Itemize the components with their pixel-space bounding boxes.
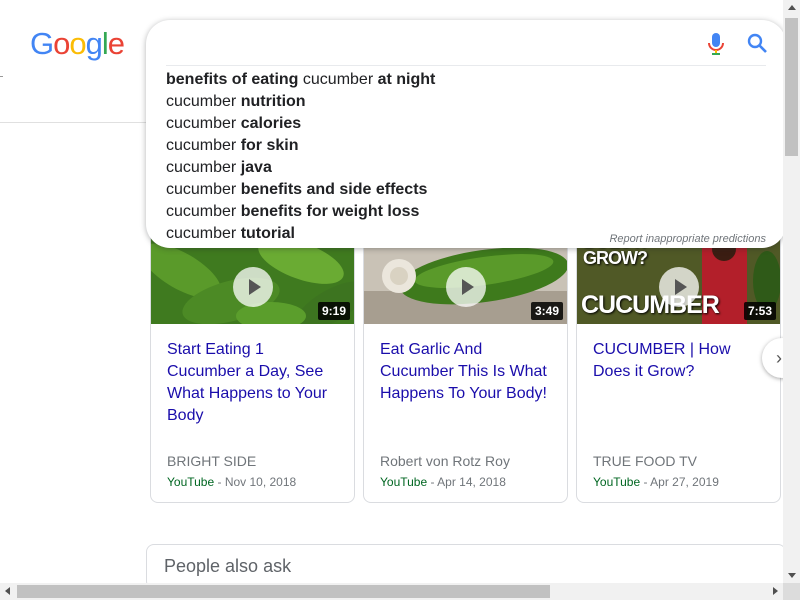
video-channel: BRIGHT SIDE bbox=[167, 453, 257, 469]
search-icon[interactable] bbox=[746, 32, 768, 54]
video-channel: TRUE FOOD TV bbox=[593, 453, 697, 469]
logo-letter: g bbox=[85, 26, 103, 61]
suggestion-item[interactable]: benefits of eating cucumber at night bbox=[146, 69, 786, 91]
suggestion-item[interactable]: cucumber benefits and side effects bbox=[146, 179, 786, 201]
video-source: YouTube bbox=[593, 475, 641, 489]
video-meta: YouTube - Nov 10, 2018 bbox=[167, 475, 296, 489]
suggestion-item[interactable]: cucumber java bbox=[146, 157, 786, 179]
video-title-link[interactable]: Eat Garlic And Cucumber This Is What Hap… bbox=[380, 339, 555, 405]
people-also-ask-heading: People also ask bbox=[164, 556, 292, 576]
header-divider bbox=[0, 122, 150, 123]
video-meta: YouTube - Apr 14, 2018 bbox=[380, 475, 506, 489]
vertical-scrollbar[interactable] bbox=[783, 0, 800, 583]
video-card[interactable]: 9:19 Start Eating 1 Cucumber a Day, See … bbox=[150, 230, 355, 503]
report-predictions-link[interactable]: Report inappropriate predictions bbox=[609, 233, 766, 245]
horizontal-scrollbar[interactable] bbox=[0, 583, 800, 600]
video-date: - Nov 10, 2018 bbox=[214, 475, 297, 489]
video-duration: 9:19 bbox=[317, 302, 350, 320]
scrollbar-thumb[interactable] bbox=[17, 585, 550, 598]
search-box: benefits of eating cucumber at night cuc… bbox=[146, 20, 786, 248]
video-card[interactable]: DOES IT GROW? CUCUMBER 7:53 CUCUMBER | H… bbox=[576, 230, 781, 503]
video-title-link[interactable]: CUCUMBER | How Does it Grow? bbox=[593, 339, 768, 383]
search-divider bbox=[166, 65, 766, 66]
suggestion-item[interactable]: cucumber nutrition bbox=[146, 91, 786, 113]
mic-icon[interactable] bbox=[706, 32, 726, 56]
video-date: - Apr 14, 2018 bbox=[427, 475, 506, 489]
scrollbar-thumb[interactable] bbox=[785, 18, 798, 156]
suggestion-item[interactable]: cucumber for skin bbox=[146, 135, 786, 157]
video-title-link[interactable]: Start Eating 1 Cucumber a Day, See What … bbox=[167, 339, 342, 427]
suggestion-item[interactable]: cucumber benefits for weight loss bbox=[146, 201, 786, 223]
suggestion-item[interactable]: cucumber calories bbox=[146, 113, 786, 135]
video-channel: Robert von Rotz Roy bbox=[380, 453, 510, 469]
scroll-left-icon[interactable] bbox=[5, 587, 10, 595]
play-icon[interactable] bbox=[658, 267, 699, 307]
video-source: YouTube bbox=[380, 475, 428, 489]
scroll-down-icon[interactable] bbox=[788, 573, 796, 578]
play-icon[interactable] bbox=[445, 267, 486, 307]
play-icon[interactable] bbox=[232, 267, 273, 307]
video-duration: 3:49 bbox=[530, 302, 563, 320]
video-source: YouTube bbox=[167, 475, 215, 489]
video-date: - Apr 27, 2019 bbox=[640, 475, 719, 489]
video-card[interactable]: 3:49 Eat Garlic And Cucumber This Is Wha… bbox=[363, 230, 568, 503]
video-carousel: 9:19 Start Eating 1 Cucumber a Day, See … bbox=[150, 230, 790, 505]
suggestion-list: benefits of eating cucumber at night cuc… bbox=[146, 69, 786, 245]
video-duration: 7:53 bbox=[743, 302, 776, 320]
google-logo[interactable]: Google bbox=[30, 26, 125, 62]
logo-letter: o bbox=[69, 26, 86, 61]
scrollbar-corner bbox=[783, 583, 800, 600]
scroll-right-icon[interactable] bbox=[773, 587, 778, 595]
thumbnail-text: CUCUMBER bbox=[581, 291, 720, 319]
divider bbox=[0, 76, 3, 77]
search-input[interactable] bbox=[166, 30, 706, 60]
scroll-up-icon[interactable] bbox=[788, 5, 796, 10]
logo-letter: G bbox=[30, 26, 54, 61]
logo-letter: e bbox=[107, 26, 125, 61]
video-meta: YouTube - Apr 27, 2019 bbox=[593, 475, 719, 489]
logo-letter: o bbox=[53, 26, 70, 61]
